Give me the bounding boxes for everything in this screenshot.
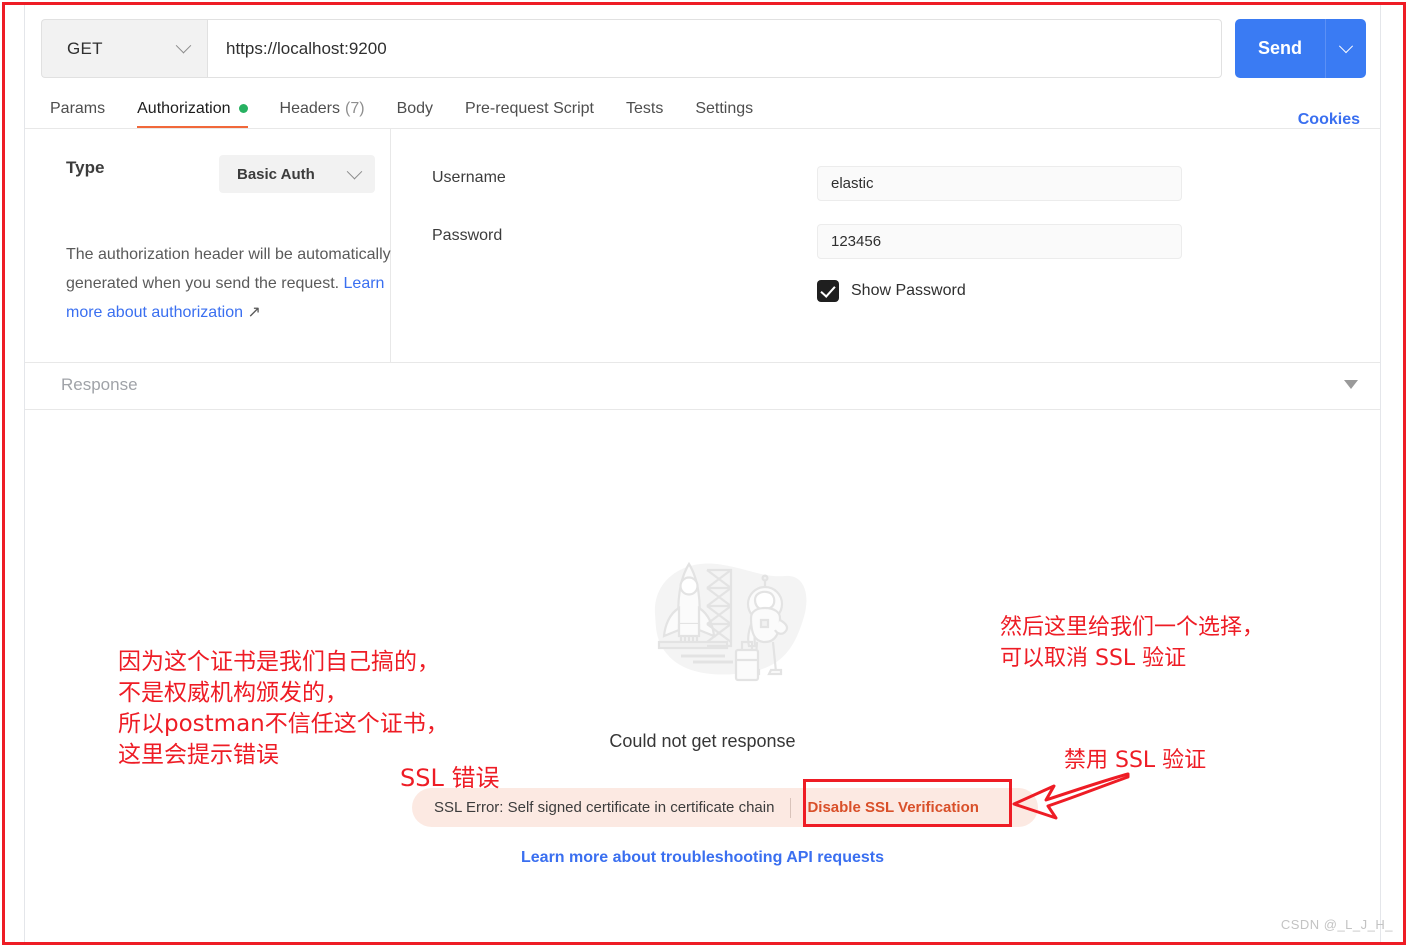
- auth-description-text: The authorization header will be automat…: [66, 246, 391, 292]
- username-label: Username: [432, 169, 506, 186]
- external-link-arrow-icon: ↗: [243, 304, 261, 321]
- show-password-label: Show Password: [851, 282, 966, 299]
- ssl-error-text: SSL Error: Self signed certificate in ce…: [434, 799, 775, 816]
- response-header-border: [25, 409, 1380, 410]
- annotation-left-note: 因为这个证书是我们自己搞的， 不是权威机构颁发的， 所以postman不信任这个…: [118, 649, 449, 768]
- request-url-bar: GET https://localhost:9200 Send: [41, 19, 1366, 78]
- auth-type-label: Type: [66, 158, 105, 177]
- response-header: Response: [25, 363, 1380, 409]
- auth-type-value: Basic Auth: [237, 165, 315, 183]
- send-options-dropdown[interactable]: [1326, 19, 1366, 78]
- status-dot-icon: [238, 104, 248, 113]
- tab-label: Body: [396, 99, 434, 117]
- troubleshooting-link[interactable]: Learn more about troubleshooting API req…: [25, 849, 1380, 867]
- annotation-right-note: 然后这里给我们一个选择， 可以取消 SSL 验证: [1000, 615, 1265, 671]
- tab-authorization[interactable]: Authorization: [121, 88, 263, 129]
- disable-ssl-highlight-box: [803, 779, 1012, 827]
- chevron-down-icon: [1338, 38, 1354, 53]
- password-input[interactable]: 123456: [817, 224, 1182, 259]
- username-input[interactable]: elastic: [817, 166, 1182, 201]
- postman-request-panel: GET https://localhost:9200 Send Params A…: [24, 4, 1381, 944]
- tab-label: Authorization: [137, 99, 231, 117]
- send-button-group: Send: [1235, 19, 1366, 78]
- banner-divider: [790, 797, 792, 818]
- http-method-dropdown[interactable]: GET: [41, 19, 207, 78]
- authorization-panel: Type Basic Auth The authorization header…: [25, 129, 1380, 362]
- send-button[interactable]: Send: [1235, 19, 1325, 78]
- caret-down-icon[interactable]: [1344, 380, 1358, 389]
- tab-headers[interactable]: Headers (7): [264, 88, 381, 129]
- rocket-launch-astronaut-illustration: [643, 542, 811, 702]
- tab-label: Headers: [279, 99, 340, 117]
- chevron-down-icon: [175, 37, 192, 54]
- left-arrow-annotation-icon: [1010, 770, 1130, 832]
- request-url-input[interactable]: https://localhost:9200: [207, 19, 1222, 78]
- csdn-watermark: CSDN @_L_J_H_: [1280, 917, 1393, 932]
- tab-pre-request-script[interactable]: Pre-request Script: [449, 88, 610, 129]
- annotation-ssl-error-note: SSL 错误: [400, 764, 500, 792]
- cookies-link[interactable]: Cookies: [1298, 111, 1366, 129]
- screenshot-root: GET https://localhost:9200 Send Params A…: [0, 0, 1409, 948]
- tab-label: Settings: [695, 99, 754, 117]
- tab-label: Pre-request Script: [465, 99, 594, 117]
- authorization-fields-column: Username elastic Password 123456 Show Pa…: [392, 129, 1380, 362]
- http-method-label: GET: [67, 38, 103, 58]
- checkbox-checked-icon[interactable]: [817, 280, 839, 302]
- tab-label: Tests: [625, 99, 664, 117]
- tab-settings[interactable]: Settings: [679, 88, 769, 129]
- auth-description: The authorization header will be automat…: [66, 240, 396, 327]
- authorization-type-column: Type Basic Auth The authorization header…: [25, 129, 391, 362]
- tab-params[interactable]: Params: [41, 88, 121, 129]
- tab-body[interactable]: Body: [381, 88, 449, 129]
- tab-badge-count: (7): [345, 99, 365, 117]
- chevron-down-icon: [346, 163, 363, 179]
- password-label: Password: [432, 227, 503, 244]
- response-title: Response: [61, 375, 138, 394]
- request-tabs: Params Authorization Headers (7) Body Pr…: [41, 88, 1366, 129]
- auth-type-dropdown[interactable]: Basic Auth: [219, 155, 375, 193]
- tab-label: Params: [50, 99, 106, 117]
- tab-tests[interactable]: Tests: [610, 88, 679, 129]
- show-password-toggle[interactable]: Show Password: [817, 280, 966, 302]
